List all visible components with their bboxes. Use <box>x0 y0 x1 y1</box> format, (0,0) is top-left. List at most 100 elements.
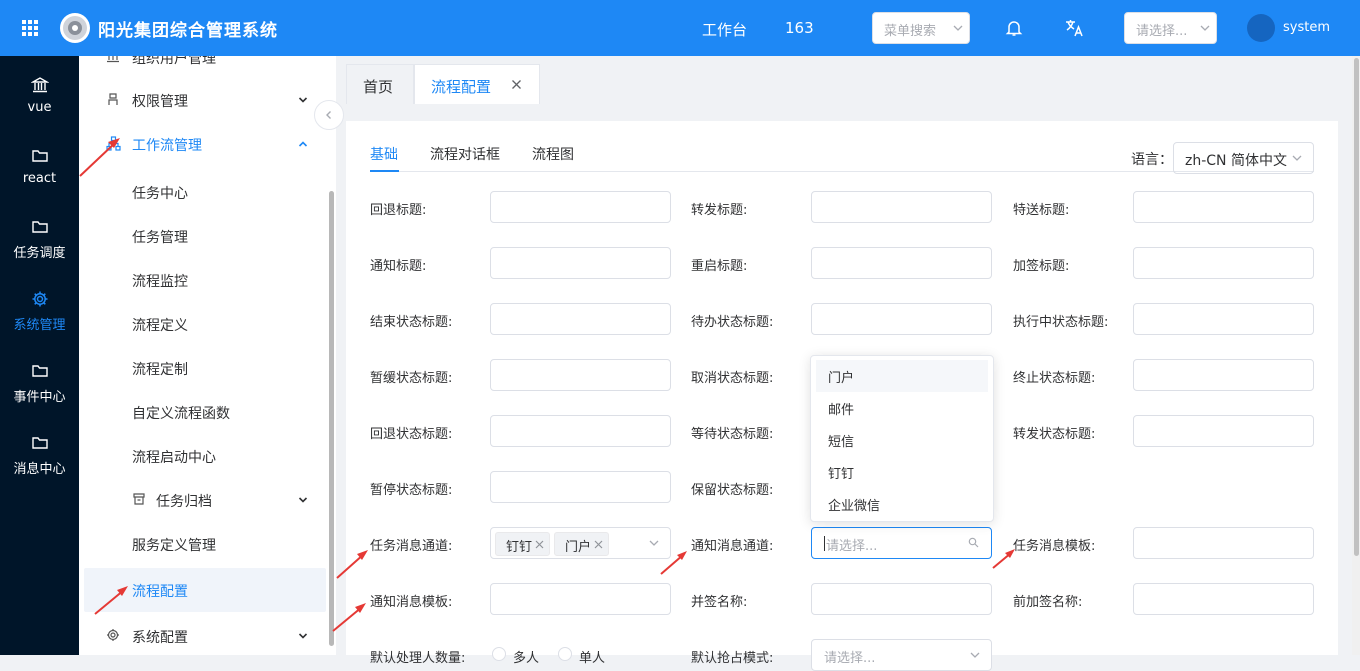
menu-label: 自定义流程函数 <box>132 406 230 422</box>
apps-grid-icon[interactable] <box>21 19 39 37</box>
translate-icon[interactable] <box>1064 18 1084 38</box>
annotation-arrow <box>79 138 120 177</box>
menu-search-select[interactable]: 菜单搜索 <box>872 12 970 44</box>
radio-multi[interactable] <box>492 647 506 661</box>
nav-label: 事件中心 <box>13 390 66 405</box>
tab-home[interactable]: 首页 <box>346 64 414 104</box>
nav-item-task-schedule[interactable]: 任务调度 <box>0 200 79 272</box>
rollback-title-input[interactable] <box>490 191 671 223</box>
nav-item-event-center[interactable]: 事件中心 <box>0 344 79 416</box>
folder-icon <box>31 221 48 233</box>
collapse-sidebar-button[interactable] <box>314 100 344 130</box>
cosign-name-input[interactable] <box>811 583 992 615</box>
chevron-down-icon <box>1199 22 1211 34</box>
preempt-mode-select[interactable]: 请选择... <box>811 639 992 671</box>
bell-icon[interactable] <box>1005 19 1023 37</box>
subtab-basic[interactable]: 基础 <box>370 144 398 164</box>
close-icon[interactable] <box>594 540 603 549</box>
top-select[interactable]: 请选择... <box>1124 12 1217 44</box>
chevron-left-icon <box>326 111 331 119</box>
dropdown-option-email[interactable]: 邮件 <box>816 392 988 424</box>
gear-icon <box>32 291 47 307</box>
top-header: 阳光集团综合管理系统 工作台 163 菜单搜索 请选择... system <box>0 0 1360 56</box>
close-icon[interactable] <box>535 540 544 549</box>
rollback-status-title-input[interactable] <box>490 415 671 447</box>
dropdown-option-dingtalk[interactable]: 钉钉 <box>816 456 988 488</box>
end-status-title-input[interactable] <box>490 303 671 335</box>
field-label: 暂缓状态标题: <box>370 371 453 386</box>
pre-sign-name-input[interactable] <box>1133 583 1314 615</box>
menu-item-task-management[interactable]: 任务管理 <box>79 214 336 258</box>
menu-item-system-config[interactable]: 系统配置 <box>79 614 336 655</box>
menu-item-permissions[interactable]: 权限管理 <box>79 78 336 122</box>
annotation-arrow <box>660 551 687 575</box>
forward-title-input[interactable] <box>811 191 992 223</box>
menu-item-process-start[interactable]: 流程启动中心 <box>79 434 336 478</box>
username[interactable]: system <box>1283 20 1330 35</box>
menu-label: 系统配置 <box>132 630 188 646</box>
todo-status-title-input[interactable] <box>811 303 992 335</box>
notify-title-input[interactable] <box>490 247 671 279</box>
menu-label: 流程监控 <box>132 274 188 290</box>
field-label: 默认处理人数量: <box>370 651 466 666</box>
notify-template-input[interactable] <box>490 583 671 615</box>
notify-channel-select[interactable]: 请选择... <box>811 527 992 559</box>
field-label: 加签标题: <box>1013 259 1070 274</box>
chevron-down-icon <box>648 537 660 549</box>
logo-icon <box>60 13 90 43</box>
nav-item-message-center[interactable]: 消息中心 <box>0 416 79 488</box>
notification-count[interactable]: 163 <box>785 19 814 37</box>
avatar[interactable] <box>1247 14 1275 42</box>
page-scrollbar-thumb[interactable] <box>1354 58 1359 556</box>
menu-item-service-definition[interactable]: 服务定义管理 <box>79 522 336 566</box>
close-icon[interactable] <box>511 79 522 90</box>
nav-item-vue[interactable]: vue <box>0 58 79 130</box>
menu-item-process-monitor[interactable]: 流程监控 <box>79 258 336 302</box>
tab-label: 首页 <box>363 78 394 96</box>
menu-item-process-customize[interactable]: 流程定制 <box>79 346 336 390</box>
field-label: 待办状态标题: <box>691 315 774 330</box>
field-label: 暂停状态标题: <box>370 483 453 498</box>
terminate-status-title-input[interactable] <box>1133 359 1314 391</box>
field-label: 并签名称: <box>691 595 748 610</box>
page-scrollbar[interactable] <box>1352 56 1360 655</box>
top-select-placeholder: 请选择... <box>1136 24 1188 39</box>
dropdown-option-wecom[interactable]: 企业微信 <box>816 488 988 520</box>
task-template-input[interactable] <box>1133 527 1314 559</box>
forward-status-title-input[interactable] <box>1133 415 1314 447</box>
special-send-title-input[interactable] <box>1133 191 1314 223</box>
chevron-down-icon <box>298 631 308 641</box>
radio-label: 多人 <box>513 651 540 666</box>
dropdown-option-sms[interactable]: 短信 <box>816 424 988 456</box>
nav-item-system-management[interactable]: 系统管理 <box>0 272 79 344</box>
language-select[interactable]: zh-CN 简体中文 <box>1173 142 1314 174</box>
suspend-status-title-input[interactable] <box>490 359 671 391</box>
nav-label: 任务调度 <box>13 246 66 261</box>
radio-single[interactable] <box>558 647 572 661</box>
folder-icon <box>31 150 48 162</box>
add-sign-title-input[interactable] <box>1133 247 1314 279</box>
running-status-title-input[interactable] <box>1133 303 1314 335</box>
menu-item-process-definition[interactable]: 流程定义 <box>79 302 336 346</box>
workbench-link[interactable]: 工作台 <box>702 19 747 40</box>
annotation-arrow <box>94 586 128 615</box>
tab-process-config[interactable]: 流程配置 <box>414 64 540 104</box>
menu-item-org-users[interactable]: 组织用户管理 <box>79 56 336 79</box>
pause-status-title-input[interactable] <box>490 471 671 503</box>
menu-label: 任务归档 <box>156 494 212 510</box>
menu-item-task-archive[interactable]: 任务归档 <box>79 478 336 522</box>
annotation-arrow <box>992 549 1015 569</box>
subtab-diagram[interactable]: 流程图 <box>532 144 574 164</box>
annotation-arrow <box>336 550 368 579</box>
nav-item-react[interactable]: react <box>0 129 79 201</box>
menu-label: 工作流管理 <box>132 138 202 154</box>
subtab-dialog[interactable]: 流程对话框 <box>430 144 500 164</box>
menu-item-custom-functions[interactable]: 自定义流程函数 <box>79 390 336 434</box>
restart-title-input[interactable] <box>811 247 992 279</box>
dropdown-option-portal[interactable]: 门户 <box>816 360 988 392</box>
language-label: 语言： <box>1131 152 1173 168</box>
field-label: 特送标题: <box>1013 203 1070 218</box>
task-channel-select[interactable]: 钉钉 门户 <box>490 527 671 559</box>
menu-label: 服务定义管理 <box>132 538 216 554</box>
menu-label: 任务中心 <box>132 186 188 202</box>
